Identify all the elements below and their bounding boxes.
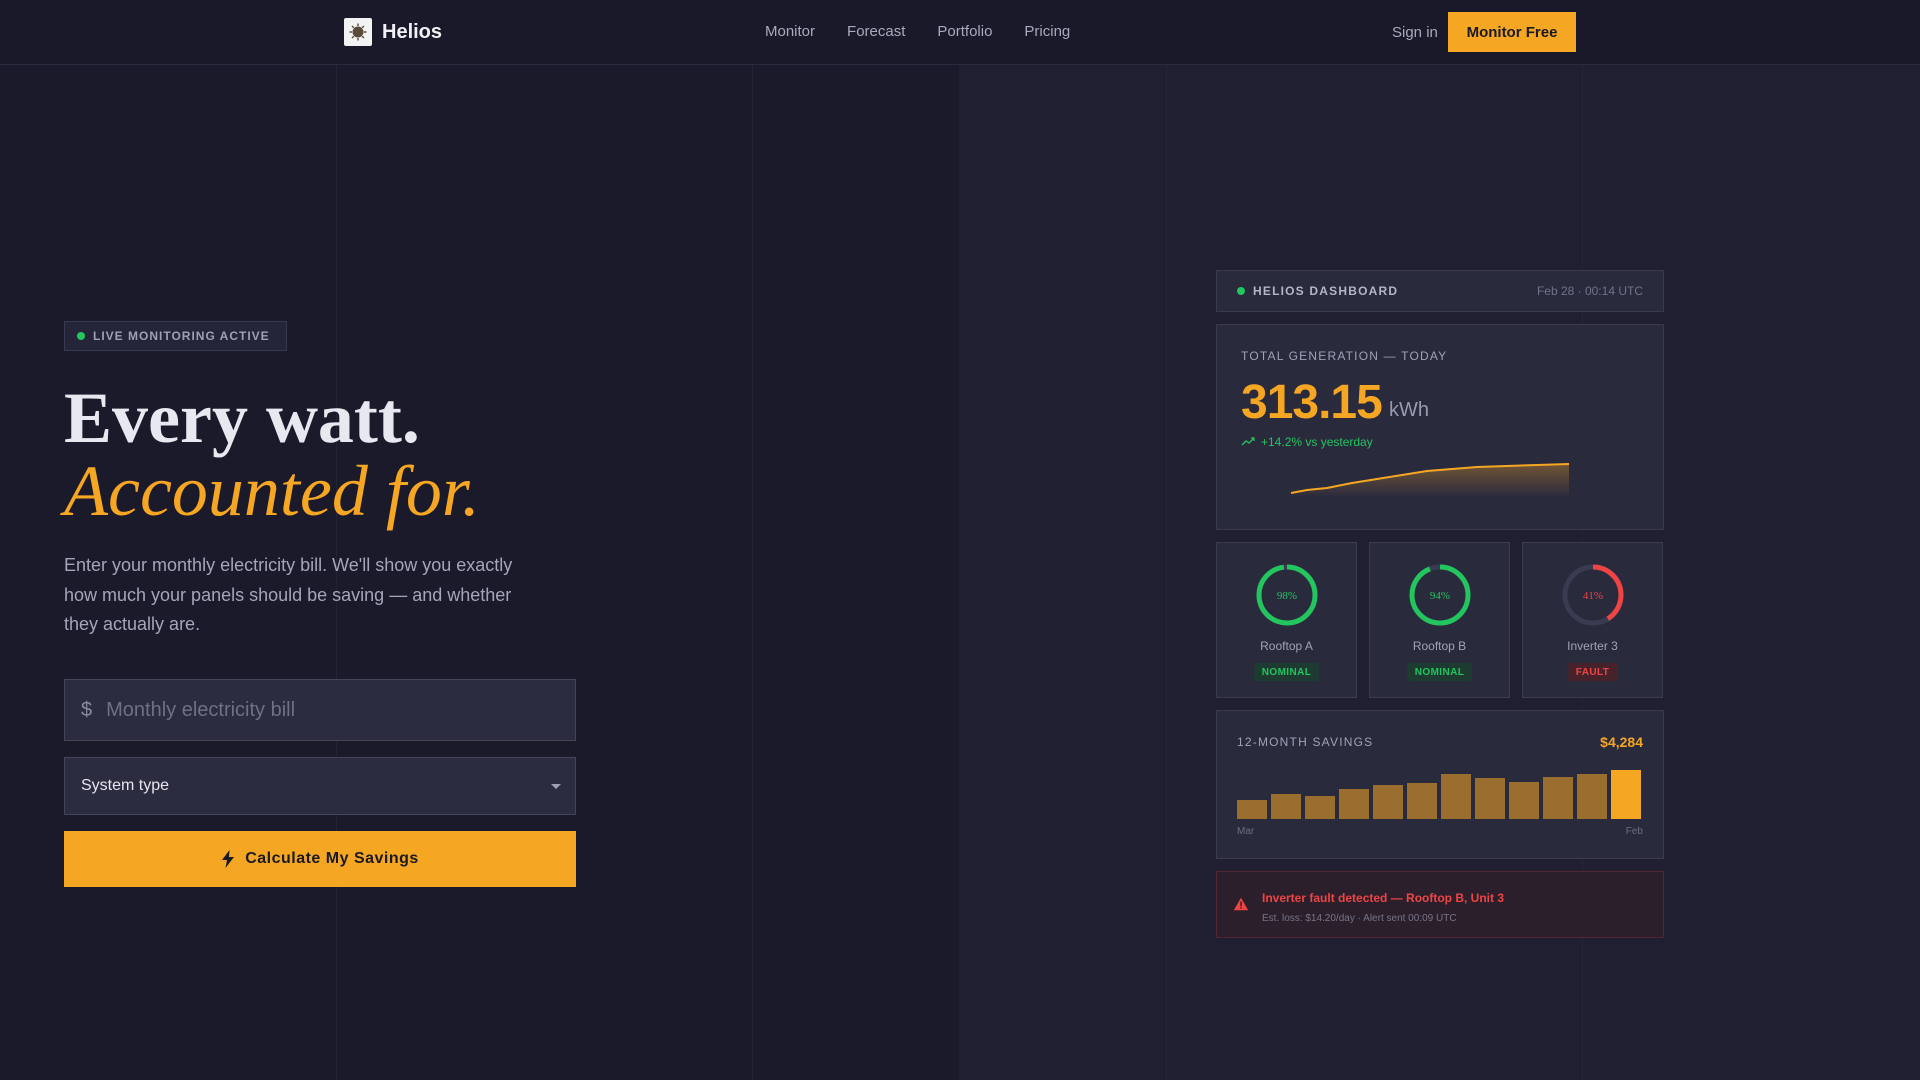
generation-label: TOTAL GENERATION — TODAY xyxy=(1241,349,1448,363)
unit-card-inverter-3[interactable]: 41% Inverter 3 FAULT xyxy=(1522,542,1663,698)
generation-value: 313.15 xyxy=(1241,376,1383,429)
savings-bar xyxy=(1407,783,1437,819)
status-badge: NOMINAL xyxy=(1253,663,1320,681)
sign-in-link[interactable]: Sign in xyxy=(1392,24,1438,41)
nav-links: Monitor Forecast Portfolio Pricing xyxy=(765,23,1102,40)
savings-bar xyxy=(1305,796,1335,819)
unit-card-rooftop-b[interactable]: 94% Rooftop B NOMINAL xyxy=(1369,542,1510,698)
calculate-button-label: Calculate My Savings xyxy=(245,850,419,867)
currency-symbol: $ xyxy=(81,698,93,721)
bill-field: $ xyxy=(64,679,576,741)
chart-start-month: Mar xyxy=(1237,826,1255,837)
generation-unit: kWh xyxy=(1389,399,1429,421)
efficiency-gauge: 94% xyxy=(1409,564,1471,626)
trend-up-icon xyxy=(1241,437,1255,446)
savings-bar xyxy=(1373,785,1403,819)
nav-link-forecast[interactable]: Forecast xyxy=(847,23,905,40)
calculate-savings-button[interactable]: Calculate My Savings xyxy=(64,831,576,887)
savings-bar xyxy=(1577,774,1607,819)
efficiency-gauge: 98% xyxy=(1256,564,1318,626)
monthly-bill-input[interactable] xyxy=(106,698,547,722)
dashboard-title: HELIOS DASHBOARD xyxy=(1253,284,1399,298)
efficiency-gauge: 41% xyxy=(1562,564,1624,626)
system-type-select[interactable]: System type xyxy=(64,757,576,815)
alert-title: Inverter fault detected — Rooftop B, Uni… xyxy=(1262,891,1505,905)
savings-bar-chart xyxy=(1237,770,1641,819)
savings-bar xyxy=(1509,782,1539,819)
unit-name: Inverter 3 xyxy=(1567,639,1618,653)
headline-line-1: Every watt. xyxy=(64,378,420,458)
grid-line xyxy=(1166,65,1167,1080)
brand[interactable]: Helios xyxy=(344,18,442,46)
headline-line-2: Accounted for. xyxy=(64,451,480,531)
delta-text: +14.2% vs yesterday xyxy=(1261,435,1373,449)
savings-total: $4,284 xyxy=(1600,734,1643,750)
gauge-percent: 94% xyxy=(1430,590,1450,602)
status-badge: NOMINAL xyxy=(1406,663,1473,681)
savings-bar xyxy=(1441,774,1471,819)
status-badge: FAULT xyxy=(1567,663,1618,681)
chart-end-month: Feb xyxy=(1625,826,1643,837)
dashboard-timestamp: Feb 28 · 00:14 UTC xyxy=(1536,284,1643,298)
status-dot-icon xyxy=(77,332,85,340)
monitor-free-button[interactable]: Monitor Free xyxy=(1448,12,1576,52)
live-monitoring-badge: LIVE MONITORING ACTIVE xyxy=(64,321,287,351)
chevron-down-icon xyxy=(551,784,561,789)
live-dot-icon xyxy=(1237,287,1245,295)
nav-link-monitor[interactable]: Monitor xyxy=(765,23,815,40)
unit-name: Rooftop B xyxy=(1412,639,1467,653)
generation-delta: +14.2% vs yesterday xyxy=(1241,435,1373,449)
savings-bar xyxy=(1543,777,1573,819)
gauge-percent: 98% xyxy=(1277,590,1297,602)
savings-bar xyxy=(1339,789,1369,819)
warning-icon xyxy=(1233,897,1249,911)
alert-detail: Est. loss: $14.20/day · Alert sent 00:09… xyxy=(1262,913,1457,924)
badge-label: LIVE MONITORING ACTIVE xyxy=(93,329,270,343)
unit-card-rooftop-a[interactable]: 98% Rooftop A NOMINAL xyxy=(1216,542,1357,698)
grid-line xyxy=(752,65,753,1080)
nav-link-portfolio[interactable]: Portfolio xyxy=(937,23,992,40)
savings-card: 12-MONTH SAVINGS $4,284 Mar Feb xyxy=(1216,710,1664,859)
savings-bar xyxy=(1475,778,1505,819)
generation-sparkline xyxy=(1290,463,1570,497)
brand-name: Helios xyxy=(382,20,443,43)
hero-description: Enter your monthly electricity bill. We'… xyxy=(64,555,513,634)
savings-label: 12-MONTH SAVINGS xyxy=(1237,735,1374,749)
lightning-icon xyxy=(222,850,235,868)
total-generation-card: TOTAL GENERATION — TODAY 313.15 kWh +14.… xyxy=(1216,324,1664,530)
gauge-percent: 41% xyxy=(1583,590,1603,602)
system-type-value: System type xyxy=(81,777,170,794)
nav-link-pricing[interactable]: Pricing xyxy=(1024,23,1070,40)
sun-logo-icon xyxy=(344,18,372,46)
savings-bar xyxy=(1237,800,1267,819)
savings-bar-current xyxy=(1611,770,1641,819)
savings-bar xyxy=(1271,794,1301,819)
top-navigation: Helios Monitor Forecast Portfolio Pricin… xyxy=(0,0,1920,65)
unit-name: Rooftop A xyxy=(1260,639,1313,653)
fault-alert[interactable]: Inverter fault detected — Rooftop B, Uni… xyxy=(1216,871,1664,938)
dashboard-header: HELIOS DASHBOARD Feb 28 · 00:14 UTC xyxy=(1216,270,1664,312)
